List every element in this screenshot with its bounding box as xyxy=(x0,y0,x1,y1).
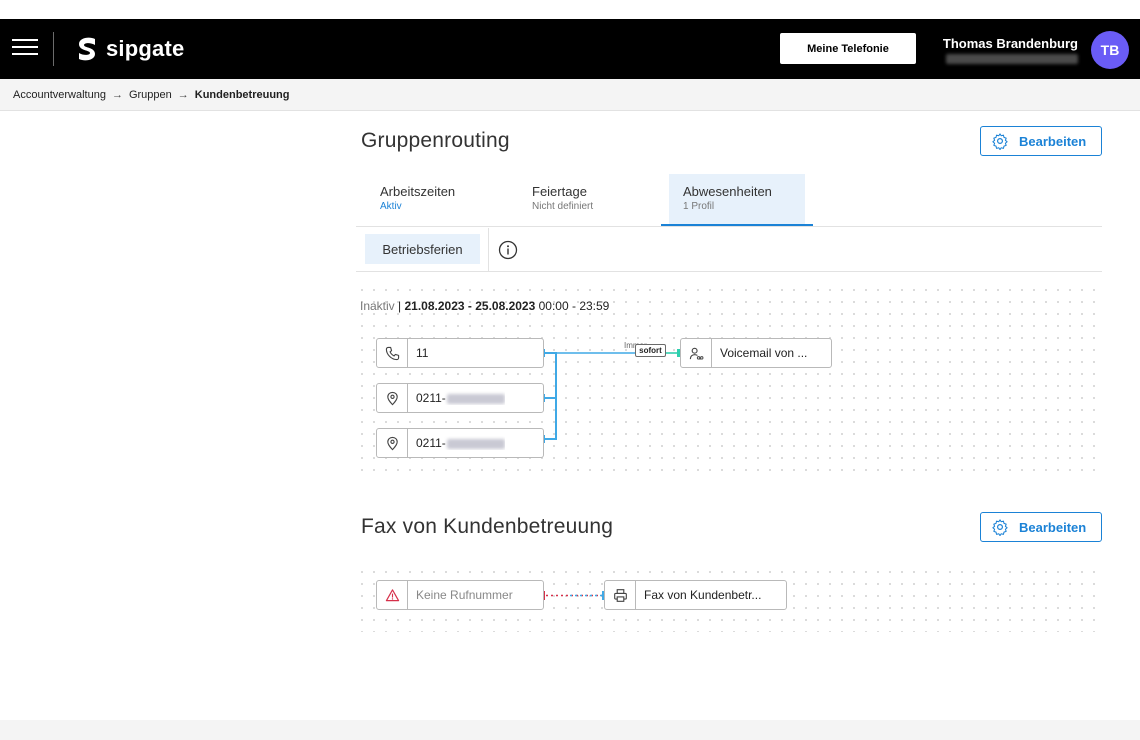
tab-status: 1 Profil xyxy=(683,201,715,212)
tab-active-indicator xyxy=(661,224,813,226)
phone-icon xyxy=(385,346,399,360)
sipgate-logo-icon xyxy=(79,37,95,61)
voicemail-user-icon xyxy=(689,347,703,360)
status-times: 00:00 - 23:59 xyxy=(538,299,610,313)
source-number: 11 xyxy=(416,346,429,360)
customer-number-blurred xyxy=(946,54,1078,64)
blurred-number xyxy=(446,393,505,404)
tab-abwesenheiten[interactable]: Abwesenheiten 1 Profil xyxy=(669,174,805,226)
menu-icon[interactable] xyxy=(12,39,40,59)
gear-icon xyxy=(992,133,1008,150)
source-node-location-1[interactable]: 0211- xyxy=(376,383,544,413)
avatar[interactable]: TB xyxy=(1091,31,1129,69)
warning-icon xyxy=(385,588,399,601)
bottom-band xyxy=(0,720,1140,740)
fax-source-node[interactable]: Keine Rufnummer xyxy=(376,580,544,610)
meine-telefonie-button[interactable]: Meine Telefonie xyxy=(780,33,916,64)
tab-label: Feiertage xyxy=(532,184,587,199)
breadcrumb-item-gruppen[interactable]: Gruppen xyxy=(129,89,172,101)
sipgate-logo[interactable]: sipgate xyxy=(75,34,184,64)
gear-icon xyxy=(992,519,1008,536)
tab-label: Arbeitszeiten xyxy=(380,184,456,199)
routing-edit-label: Bearbeiten xyxy=(1019,133,1087,149)
fax-edit-label: Bearbeiten xyxy=(1019,519,1087,535)
profile-divider xyxy=(488,228,489,271)
routing-connectors xyxy=(542,349,680,443)
source-node-location-2[interactable]: 0211- xyxy=(376,428,544,458)
fax-connector xyxy=(542,591,605,600)
source-number-prefix: 0211- xyxy=(416,391,446,405)
source-node-phone[interactable]: 11 xyxy=(376,338,544,368)
blurred-number xyxy=(446,438,505,449)
user-name[interactable]: Thomas Brandenburg xyxy=(943,36,1078,51)
app-header: sipgate Meine Telefonie Thomas Brandenbu… xyxy=(0,19,1140,79)
target-node-voicemail[interactable]: Voicemail von ... xyxy=(680,338,832,368)
fax-target-label: Fax von Kundenbetr... xyxy=(644,588,762,602)
breadcrumb-arrow: → xyxy=(177,88,189,101)
location-pin-icon xyxy=(386,391,398,405)
fax-edit-button[interactable]: Bearbeiten xyxy=(980,512,1102,542)
tab-status: Nicht definiert xyxy=(532,201,594,212)
top-strip xyxy=(0,0,1140,19)
tab-arbeitszeiten[interactable]: Arbeitszeiten Aktiv xyxy=(366,174,516,226)
breadcrumb-item-accountverwaltung[interactable]: Accountverwaltung xyxy=(13,89,106,101)
routing-tabs: Arbeitszeiten Aktiv Feiertage Nicht defi… xyxy=(356,174,1102,227)
header-divider xyxy=(53,32,54,66)
tab-status: Aktiv xyxy=(380,201,402,212)
breadcrumb-current: Kundenbetreuung xyxy=(194,88,290,101)
tab-feiertage[interactable]: Feiertage Nicht definiert xyxy=(518,174,668,226)
profile-status: Inaktiv | 21.08.2023 - 25.08.2023 00:00 … xyxy=(360,299,609,313)
routing-title: Gruppenrouting xyxy=(361,129,510,152)
status-state: Inaktiv xyxy=(360,299,395,313)
profile-betriebsferien[interactable]: Betriebsferien xyxy=(365,234,480,264)
status-dates: 21.08.2023 - 25.08.2023 xyxy=(404,299,536,313)
source-number-prefix: 0211- xyxy=(416,436,446,450)
routing-edit-button[interactable]: Bearbeiten xyxy=(980,126,1102,156)
logo-text: sipgate xyxy=(106,36,185,61)
tab-label: Abwesenheiten xyxy=(683,184,772,199)
breadcrumb: Accountverwaltung → Gruppen → Kundenbetr… xyxy=(0,79,1140,111)
edge-badge-sofort: sofort xyxy=(635,344,666,357)
location-pin-icon xyxy=(386,436,398,450)
fax-printer-icon xyxy=(613,588,627,602)
profile-row: Betriebsferien xyxy=(356,228,1102,272)
breadcrumb-arrow: → xyxy=(111,88,123,101)
status-separator: | xyxy=(398,299,402,313)
fax-title: Fax von Kundenbetreuung xyxy=(361,515,614,538)
info-icon[interactable] xyxy=(498,240,518,260)
page: sipgate Meine Telefonie Thomas Brandenbu… xyxy=(0,0,1140,740)
target-label: Voicemail von ... xyxy=(720,346,808,360)
fax-source-label: Keine Rufnummer xyxy=(416,588,513,602)
fax-target-node[interactable]: Fax von Kundenbetr... xyxy=(604,580,787,610)
